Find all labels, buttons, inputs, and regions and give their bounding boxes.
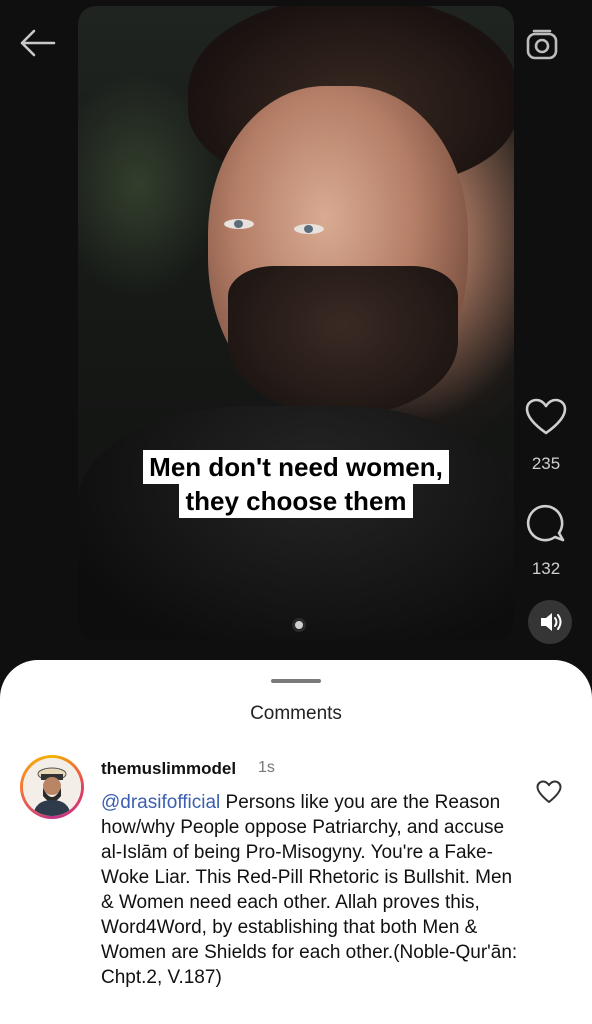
heart-icon bbox=[525, 398, 567, 435]
comments-title: Comments bbox=[250, 703, 342, 724]
comment-button[interactable] bbox=[525, 503, 567, 550]
video-person-eye bbox=[294, 224, 324, 234]
comment-time: 1s bbox=[258, 759, 275, 776]
reel-video[interactable]: Men don't need women, they choose them bbox=[78, 6, 514, 640]
avatar-image bbox=[23, 758, 81, 816]
back-button[interactable] bbox=[18, 28, 56, 58]
sheet-drag-handle[interactable] bbox=[271, 679, 321, 683]
comment-count: 132 bbox=[531, 559, 561, 578]
camera-icon bbox=[526, 29, 558, 60]
comment-like-button[interactable] bbox=[536, 780, 562, 804]
like-count: 235 bbox=[531, 454, 561, 473]
comment-body: Persons like you are the Reason how/why … bbox=[101, 792, 518, 988]
video-watermark-dot bbox=[292, 618, 306, 632]
speaker-icon bbox=[541, 613, 562, 631]
comment-avatar[interactable] bbox=[20, 755, 84, 819]
video-person-beard bbox=[228, 266, 458, 416]
comment-username[interactable]: themuslimmodel bbox=[101, 759, 236, 779]
comment-text: @drasifofficial Persons like you are the… bbox=[101, 790, 521, 990]
mute-toggle[interactable] bbox=[528, 600, 572, 644]
video-caption-line-2: they choose them bbox=[179, 484, 413, 518]
video-person-shirt bbox=[78, 406, 514, 640]
like-button[interactable] bbox=[525, 398, 567, 441]
comments-sheet: Comments themuslimmodel 1s @drasifoffici… bbox=[0, 660, 592, 1024]
back-arrow-icon bbox=[20, 29, 56, 57]
comment-bubble-icon bbox=[526, 504, 565, 542]
comment-mention[interactable]: @drasifofficial bbox=[101, 792, 220, 813]
video-caption: Men don't need women, they choose them bbox=[78, 450, 514, 518]
video-caption-line-1: Men don't need women, bbox=[143, 450, 449, 484]
heart-icon bbox=[536, 780, 562, 803]
camera-button[interactable] bbox=[524, 26, 562, 64]
video-person-eye bbox=[224, 219, 254, 229]
